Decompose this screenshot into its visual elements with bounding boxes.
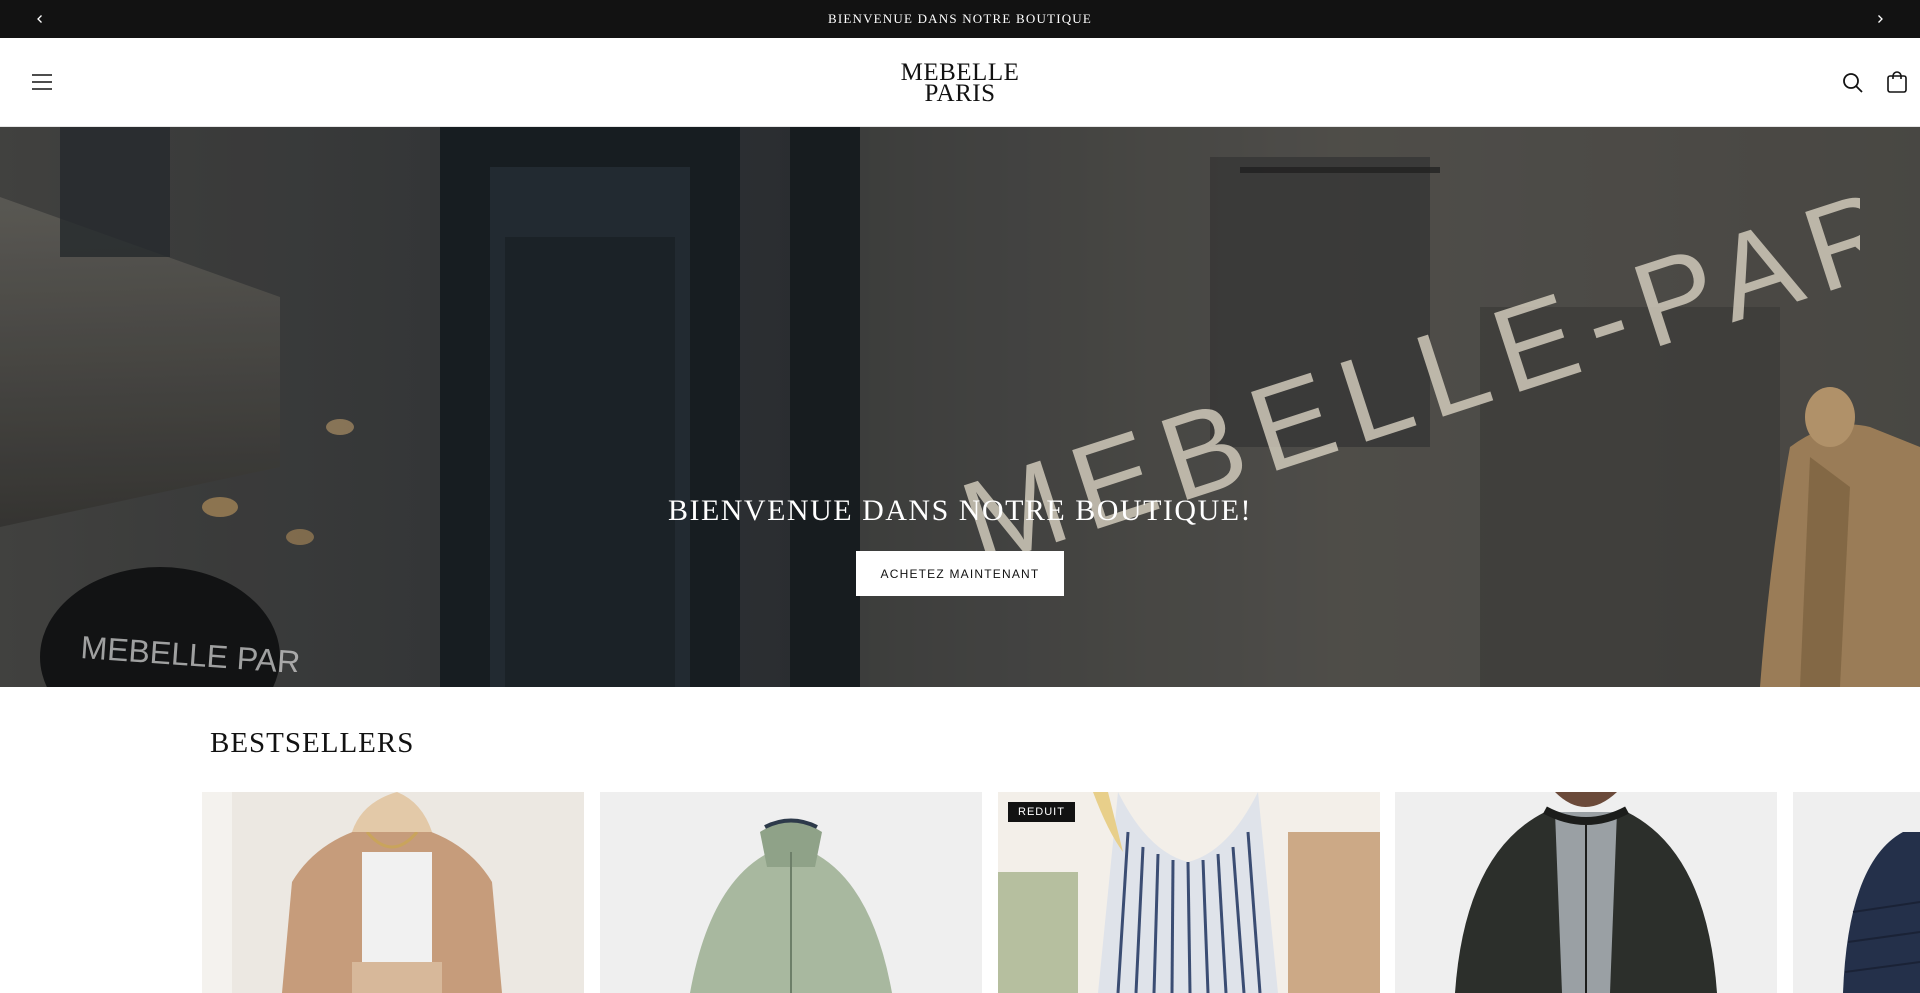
- logo-line-2: PARIS: [924, 80, 996, 107]
- shopping-bag-icon[interactable]: [1883, 68, 1911, 96]
- shop-now-button[interactable]: ACHETEZ MAINTENANT: [856, 551, 1064, 596]
- product-image-2: [600, 792, 982, 993]
- hero-banner: MEBELLE-PARIS MEBELLE PARIS BIENVENUE DA…: [0, 127, 1920, 687]
- awning-sign-lettering: MEBELLE PARIS: [80, 629, 300, 672]
- product-card-5[interactable]: [1793, 792, 1920, 993]
- product-image-4: [1395, 792, 1777, 993]
- storefront-sign-lettering: MEBELLE-PARIS: [960, 187, 1860, 592]
- product-card-4[interactable]: [1395, 792, 1777, 993]
- site-header: MEBELLE PARIS: [0, 38, 1920, 127]
- hero-title: BIENVENUE DANS NOTRE BOUTIQUE!: [667, 494, 1253, 527]
- awning-sign-text: MEBELLE PARIS: [80, 629, 300, 672]
- sale-badge: REDUIT: [1008, 802, 1075, 822]
- chevron-left-icon[interactable]: [30, 9, 50, 29]
- product-image-3: [998, 792, 1380, 993]
- bestsellers-title: BESTSELLERS: [210, 727, 415, 759]
- announcement-message: BIENVENUE DANS NOTRE BOUTIQUE: [827, 11, 1093, 26]
- chevron-right-icon[interactable]: [1870, 9, 1890, 29]
- store-logo[interactable]: MEBELLE PARIS: [0, 60, 1920, 107]
- storefront-sign-text: MEBELLE-PARIS: [960, 187, 1860, 592]
- product-card-3[interactable]: REDUIT: [998, 792, 1380, 993]
- product-image-5: [1793, 792, 1920, 993]
- announcement-bar: BIENVENUE DANS NOTRE BOUTIQUE: [0, 0, 1920, 38]
- product-image-1: [202, 792, 584, 993]
- search-icon[interactable]: [1840, 70, 1866, 96]
- product-card-1[interactable]: [202, 792, 584, 993]
- product-card-2[interactable]: [600, 792, 982, 993]
